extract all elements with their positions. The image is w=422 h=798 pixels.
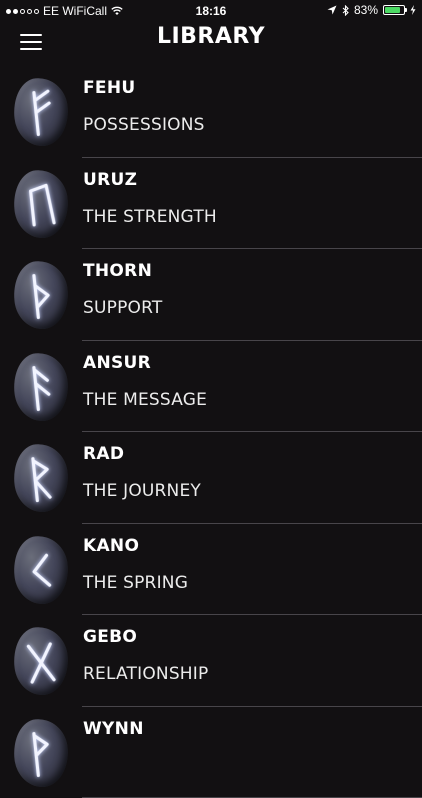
rune-fehu-icon bbox=[11, 75, 72, 148]
rune-row-rad[interactable]: RAD THE JOURNEY bbox=[0, 432, 422, 524]
rune-stone-icon bbox=[11, 258, 72, 331]
rune-meaning: THE JOURNEY bbox=[83, 481, 201, 501]
status-bar: EE WiFiCall 18:16 83% bbox=[0, 0, 422, 22]
rune-stone-icon bbox=[11, 441, 72, 514]
page-title: LIBRARY bbox=[0, 24, 422, 49]
rune-row-wynn[interactable]: WYNN bbox=[0, 707, 422, 798]
rune-stone-icon bbox=[11, 533, 72, 606]
battery-level bbox=[385, 7, 400, 13]
rune-meaning: THE STRENGTH bbox=[83, 207, 217, 227]
rune-name: GEBO bbox=[83, 627, 137, 647]
rune-name: THORN bbox=[83, 261, 152, 281]
rune-stone-icon bbox=[11, 716, 72, 789]
rune-uruz-icon bbox=[11, 167, 72, 240]
rune-stone-icon bbox=[11, 350, 72, 423]
rune-stone-icon bbox=[11, 167, 72, 240]
rune-meaning: RELATIONSHIP bbox=[83, 664, 208, 684]
rune-name: KANO bbox=[83, 536, 139, 556]
rune-row-gebo[interactable]: GEBO RELATIONSHIP bbox=[0, 615, 422, 707]
rune-meaning: SUPPORT bbox=[83, 298, 162, 318]
battery-icon bbox=[383, 5, 405, 15]
rune-row-ansur[interactable]: ANSUR THE MESSAGE bbox=[0, 341, 422, 433]
rune-gebo-icon bbox=[11, 624, 72, 697]
rune-meaning: POSSESSIONS bbox=[83, 115, 205, 135]
rune-kano-icon bbox=[11, 533, 72, 606]
rune-wynn-icon bbox=[11, 716, 72, 789]
rune-row-fehu[interactable]: FEHU POSSESSIONS bbox=[0, 66, 422, 158]
rune-meaning: THE SPRING bbox=[83, 573, 188, 593]
battery-percent: 83% bbox=[354, 3, 378, 17]
rune-rad-icon bbox=[11, 441, 72, 514]
rune-row-kano[interactable]: KANO THE SPRING bbox=[0, 524, 422, 616]
bluetooth-icon bbox=[342, 5, 349, 16]
rune-stone-icon bbox=[11, 75, 72, 148]
rune-list: FEHU POSSESSIONS URUZ THE STRENGTH THORN SUPP… bbox=[0, 66, 422, 798]
rune-meaning: THE MESSAGE bbox=[83, 390, 207, 410]
rune-row-uruz[interactable]: URUZ THE STRENGTH bbox=[0, 158, 422, 250]
rune-name: URUZ bbox=[83, 170, 137, 190]
rune-ansur-icon bbox=[11, 350, 72, 423]
rune-thorn-icon bbox=[11, 258, 72, 331]
rune-stone-icon bbox=[11, 624, 72, 697]
rune-name: WYNN bbox=[83, 719, 144, 739]
charging-bolt-icon bbox=[410, 5, 416, 15]
rune-name: RAD bbox=[83, 444, 124, 464]
location-arrow-icon bbox=[327, 5, 337, 15]
rune-row-thorn[interactable]: THORN SUPPORT bbox=[0, 249, 422, 341]
nav-bar: LIBRARY bbox=[0, 22, 422, 66]
status-right: 83% bbox=[327, 3, 416, 17]
rune-name: ANSUR bbox=[83, 353, 151, 373]
rune-name: FEHU bbox=[83, 78, 135, 98]
